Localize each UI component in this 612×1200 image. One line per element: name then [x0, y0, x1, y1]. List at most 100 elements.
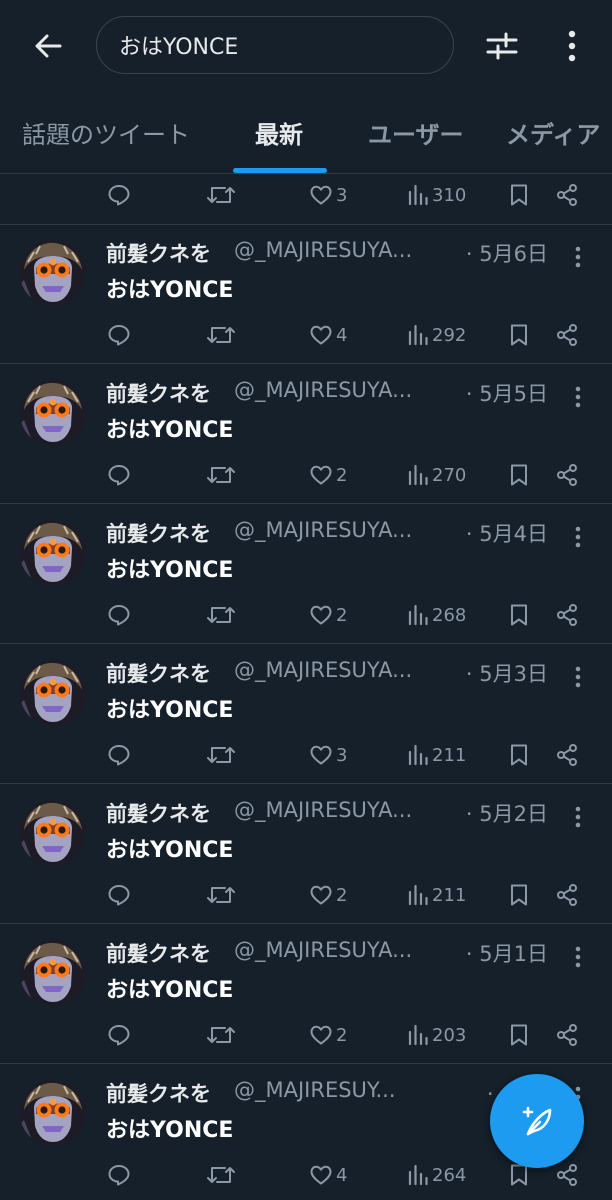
- bookmark-button[interactable]: [509, 1018, 529, 1052]
- reply-button[interactable]: [107, 1158, 131, 1192]
- tab-people[interactable]: ユーザー: [368, 96, 464, 174]
- like-button[interactable]: 2: [309, 1018, 347, 1052]
- views-button[interactable]: 270: [407, 458, 466, 492]
- display-name[interactable]: 前髪クネを: [106, 378, 211, 408]
- share-button[interactable]: [555, 178, 579, 212]
- tweet[interactable]: 前髪クネを @_MAJIRESUYA... · 5月6日 おはYONCE 4 2…: [0, 224, 612, 364]
- views-button[interactable]: 264: [407, 1158, 466, 1192]
- more-options-button[interactable]: [552, 24, 592, 68]
- retweet-button[interactable]: [206, 178, 236, 212]
- retweet-button[interactable]: [206, 1158, 236, 1192]
- avatar[interactable]: [20, 660, 86, 726]
- tweet-more-button[interactable]: [566, 522, 590, 552]
- user-handle[interactable]: @_MAJIRESUYA...: [234, 238, 412, 262]
- tweet[interactable]: 前髪クネを @_MAJIRESUYA... · 5月2日 おはYONCE 2 2…: [0, 784, 612, 924]
- display-name[interactable]: 前髪クネを: [106, 1078, 211, 1108]
- display-name[interactable]: 前髪クネを: [106, 798, 211, 828]
- avatar[interactable]: [20, 1080, 86, 1146]
- avatar[interactable]: [20, 240, 86, 306]
- views-button[interactable]: 211: [407, 878, 466, 912]
- share-button[interactable]: [555, 598, 579, 632]
- tweet-date[interactable]: · 5月4日: [457, 518, 548, 548]
- views-button[interactable]: 203: [407, 1018, 466, 1052]
- tweet[interactable]: 前髪クネを @_MAJIRESUYA... · 5月1日 おはYONCE 2 2…: [0, 924, 612, 1064]
- display-name[interactable]: 前髪クネを: [106, 518, 211, 548]
- tab-latest[interactable]: 最新: [255, 96, 303, 174]
- tweet[interactable]: 前髪クネを @_MAJIRESUYA... · 5月5日 おはYONCE 2 2…: [0, 364, 612, 504]
- avatar[interactable]: [20, 800, 86, 866]
- retweet-button[interactable]: [206, 1018, 236, 1052]
- retweet-button[interactable]: [206, 738, 236, 772]
- reply-button[interactable]: [107, 318, 131, 352]
- bookmark-button[interactable]: [509, 178, 529, 212]
- retweet-button[interactable]: [206, 458, 236, 492]
- like-button[interactable]: 3: [309, 738, 347, 772]
- like-button[interactable]: 2: [309, 458, 347, 492]
- retweet-button[interactable]: [206, 878, 236, 912]
- views-button[interactable]: 292: [407, 318, 466, 352]
- bookmark-button[interactable]: [509, 598, 529, 632]
- tweet-more-button[interactable]: [566, 662, 590, 692]
- views-button[interactable]: 211: [407, 738, 466, 772]
- tweet-more-button[interactable]: [566, 242, 590, 272]
- views-button[interactable]: 268: [407, 598, 466, 632]
- reply-button[interactable]: [107, 738, 131, 772]
- avatar[interactable]: [20, 520, 86, 586]
- tweet-more-button[interactable]: [566, 942, 590, 972]
- user-handle[interactable]: @_MAJIRESUY...: [234, 1078, 396, 1102]
- tweet[interactable]: 前髪クネを @_MAJIRESUYA... · 5月4日 おはYONCE 2 2…: [0, 504, 612, 644]
- bookmark-button[interactable]: [509, 458, 529, 492]
- search-input[interactable]: おはYONCE: [96, 16, 454, 74]
- partial-tweet[interactable]: 3 310: [0, 174, 612, 225]
- reply-button[interactable]: [107, 878, 131, 912]
- user-handle[interactable]: @_MAJIRESUYA...: [234, 378, 412, 402]
- retweet-button[interactable]: [206, 318, 236, 352]
- user-handle[interactable]: @_MAJIRESUYA...: [234, 658, 412, 682]
- back-arrow-icon: [35, 34, 62, 58]
- retweet-icon: [207, 187, 235, 203]
- views-button[interactable]: 310: [407, 178, 466, 212]
- back-button[interactable]: [24, 24, 72, 68]
- share-button[interactable]: [555, 458, 579, 492]
- share-button[interactable]: [555, 318, 579, 352]
- search-filter-button[interactable]: [478, 24, 526, 68]
- tab-top[interactable]: 話題のツイート: [22, 96, 190, 174]
- like-button[interactable]: 3: [309, 178, 347, 212]
- bookmark-button[interactable]: [509, 318, 529, 352]
- retweet-button[interactable]: [206, 598, 236, 632]
- like-button[interactable]: 4: [309, 318, 347, 352]
- bookmark-button[interactable]: [509, 878, 529, 912]
- tweet-date[interactable]: · 5月2日: [457, 798, 548, 828]
- reply-button[interactable]: [107, 458, 131, 492]
- share-button[interactable]: [555, 1158, 579, 1192]
- like-button[interactable]: 4: [309, 1158, 347, 1192]
- user-handle[interactable]: @_MAJIRESUYA...: [234, 798, 412, 822]
- tweet[interactable]: 前髪クネを @_MAJIRESUYA... · 5月3日 おはYONCE 3 2…: [0, 644, 612, 784]
- bookmark-button[interactable]: [509, 738, 529, 772]
- tab-media[interactable]: メディア: [506, 96, 600, 174]
- like-button[interactable]: 2: [309, 878, 347, 912]
- reply-button[interactable]: [107, 178, 131, 212]
- tweet-date[interactable]: · 5月3日: [457, 658, 548, 688]
- display-name[interactable]: 前髪クネを: [106, 938, 211, 968]
- tweet-date[interactable]: · 5月5日: [457, 378, 548, 408]
- display-name[interactable]: 前髪クネを: [106, 658, 211, 688]
- like-button[interactable]: 2: [309, 598, 347, 632]
- reply-button[interactable]: [107, 598, 131, 632]
- tweet-date[interactable]: · 5月1日: [457, 938, 548, 968]
- tweet-more-button[interactable]: [566, 382, 590, 412]
- user-handle[interactable]: @_MAJIRESUYA...: [234, 518, 412, 542]
- share-button[interactable]: [555, 1018, 579, 1052]
- share-button[interactable]: [555, 878, 579, 912]
- avatar[interactable]: [20, 380, 86, 446]
- tweet-date[interactable]: · 5月6日: [457, 238, 548, 268]
- search-tabs: 話題のツイート 最新 ユーザー メディア: [0, 96, 612, 174]
- tweet-more-button[interactable]: [566, 802, 590, 832]
- reply-button[interactable]: [107, 1018, 131, 1052]
- compose-tweet-button[interactable]: [490, 1074, 584, 1168]
- share-button[interactable]: [555, 738, 579, 772]
- user-handle[interactable]: @_MAJIRESUYA...: [234, 938, 412, 962]
- display-name[interactable]: 前髪クネを: [106, 238, 211, 268]
- avatar[interactable]: [20, 940, 86, 1006]
- view-count: 268: [432, 604, 467, 626]
